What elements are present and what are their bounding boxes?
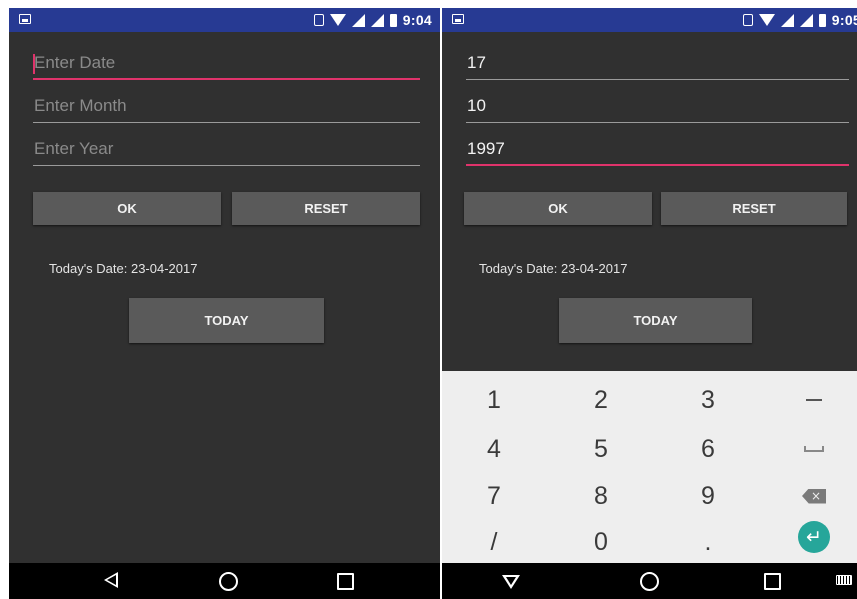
reset-button[interactable]: RESET <box>661 192 847 225</box>
image-notification-icon <box>452 14 464 24</box>
key-minus[interactable] <box>762 376 857 424</box>
signal-icon <box>780 13 794 27</box>
status-icons: 9:05 <box>742 11 857 29</box>
battery-icon <box>818 13 826 27</box>
date-value: 17 <box>467 53 486 72</box>
year-placeholder: Enter Year <box>34 139 114 158</box>
wifi-icon <box>329 14 346 26</box>
home-icon[interactable] <box>219 572 238 591</box>
year-input[interactable]: Enter Year <box>33 136 420 166</box>
month-underline <box>466 122 849 123</box>
reset-button[interactable]: RESET <box>232 192 420 225</box>
left-phone-screen: 9:04 Enter Date Enter Month Enter Year O… <box>9 8 440 599</box>
status-time: 9:04 <box>402 12 432 28</box>
key-slash[interactable]: / <box>442 518 546 566</box>
key-2[interactable]: 2 <box>549 376 653 424</box>
today-button[interactable]: TODAY <box>559 298 752 343</box>
backspace-icon: × <box>802 488 826 504</box>
battery-icon <box>389 13 397 27</box>
key-dot[interactable]: . <box>656 518 760 566</box>
navigation-bar <box>9 563 440 599</box>
hide-keyboard-icon[interactable] <box>502 575 520 589</box>
image-notification-icon <box>19 14 31 24</box>
key-9[interactable]: 9 <box>656 472 760 520</box>
today-date-label: Today's Date: 23-04-2017 <box>479 261 628 276</box>
key-1[interactable]: 1 <box>442 376 546 424</box>
signal-icon <box>370 13 384 27</box>
month-underline <box>33 122 420 123</box>
date-placeholder: Enter Date <box>34 53 116 72</box>
date-input[interactable]: 17 <box>466 50 849 80</box>
recent-apps-icon[interactable] <box>764 573 781 590</box>
right-phone-screen: 9:05 17 10 1997 OK RESET Today's Date: 2… <box>442 8 857 599</box>
status-bar: 9:04 <box>9 8 440 32</box>
navigation-bar <box>442 563 857 599</box>
ok-button[interactable]: OK <box>464 192 652 225</box>
key-4[interactable]: 4 <box>442 425 546 473</box>
status-time: 9:05 <box>831 12 857 28</box>
signal-icon <box>799 13 813 27</box>
key-5[interactable]: 5 <box>549 425 653 473</box>
date-underline <box>466 79 849 80</box>
month-value: 10 <box>467 96 486 115</box>
key-6[interactable]: 6 <box>656 425 760 473</box>
signal-icon <box>351 13 365 27</box>
date-input[interactable]: Enter Date <box>33 50 420 80</box>
today-button[interactable]: TODAY <box>129 298 324 343</box>
status-bar: 9:05 <box>442 8 857 32</box>
month-input[interactable]: 10 <box>466 93 849 123</box>
keyboard-switch-icon[interactable] <box>836 575 852 585</box>
vibrate-icon <box>742 14 753 26</box>
month-placeholder: Enter Month <box>34 96 127 115</box>
space-icon <box>804 446 824 452</box>
minus-icon <box>806 399 822 401</box>
key-8[interactable]: 8 <box>549 472 653 520</box>
year-underline <box>466 164 849 166</box>
year-value: 1997 <box>467 139 505 158</box>
today-date-label: Today's Date: 23-04-2017 <box>49 261 198 276</box>
year-input[interactable]: 1997 <box>466 136 849 166</box>
wifi-icon <box>758 14 775 26</box>
year-underline <box>33 165 420 166</box>
date-underline <box>33 78 420 80</box>
home-icon[interactable] <box>640 572 659 591</box>
key-7[interactable]: 7 <box>442 472 546 520</box>
status-icons: 9:04 <box>313 11 432 29</box>
back-icon[interactable] <box>104 572 118 588</box>
key-0[interactable]: 0 <box>549 518 653 566</box>
key-enter[interactable]: ↵ <box>762 513 857 561</box>
month-input[interactable]: Enter Month <box>33 93 420 123</box>
vibrate-icon <box>313 14 324 26</box>
enter-icon: ↵ <box>798 521 830 553</box>
ok-button[interactable]: OK <box>33 192 221 225</box>
key-3[interactable]: 3 <box>656 376 760 424</box>
key-space[interactable] <box>762 425 857 473</box>
recent-apps-icon[interactable] <box>337 573 354 590</box>
numeric-keyboard: 1 2 3 4 5 6 7 8 9 × / 0 . ↵ <box>442 371 857 563</box>
